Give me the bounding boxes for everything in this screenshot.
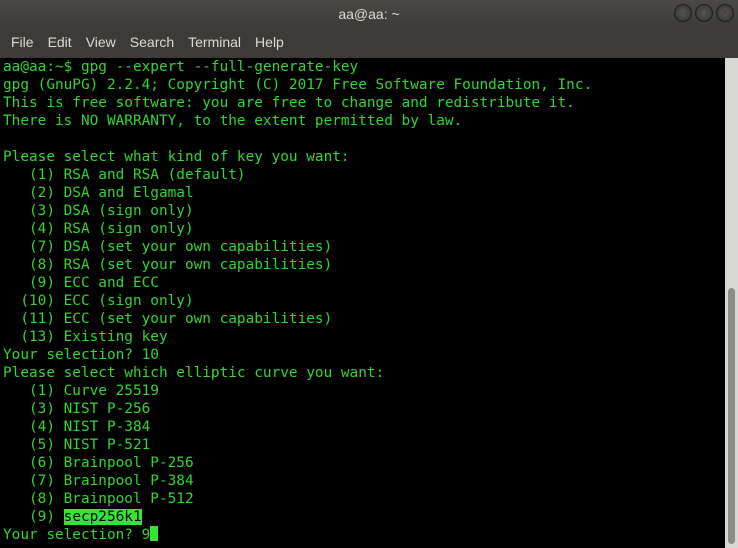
terminal-line: (9) ECC and ECC bbox=[3, 275, 159, 291]
menu-help[interactable]: Help bbox=[248, 28, 291, 56]
terminal-line: (6) Brainpool P-256 bbox=[3, 455, 194, 471]
terminal-line: (4) NIST P-384 bbox=[3, 419, 151, 435]
maximize-icon[interactable]: □ bbox=[695, 4, 713, 22]
menu-bar: File Edit View Search Terminal Help bbox=[0, 28, 738, 56]
terminal-line: (13) Existing key bbox=[3, 329, 168, 345]
terminal-prompt-line[interactable]: Your selection? 9 bbox=[0, 526, 725, 544]
terminal-line: There is NO WARRANTY, to the extent perm… bbox=[3, 113, 463, 129]
terminal-line: aa@aa:~$ gpg --expert --full-generate-ke… bbox=[3, 59, 359, 75]
terminal-line: (7) DSA (set your own capabilities) bbox=[3, 239, 333, 255]
prompt-text: Your selection? 9 bbox=[3, 527, 151, 543]
cursor-icon bbox=[150, 526, 159, 541]
minimize-icon[interactable]: – bbox=[674, 4, 692, 22]
menu-file[interactable]: File bbox=[4, 28, 41, 56]
terminal-line: (1) Curve 25519 bbox=[3, 383, 159, 399]
menu-terminal[interactable]: Terminal bbox=[181, 28, 248, 56]
terminal-line: (2) DSA and Elgamal bbox=[3, 185, 194, 201]
window-title: aa@aa: ~ bbox=[338, 6, 400, 22]
terminal-line: Please select what kind of key you want: bbox=[3, 149, 350, 165]
close-icon[interactable]: × bbox=[716, 4, 734, 22]
window-controls: – □ × bbox=[674, 4, 734, 22]
terminal-scrollbar[interactable] bbox=[725, 58, 738, 548]
menu-search[interactable]: Search bbox=[123, 28, 181, 56]
menu-edit[interactable]: Edit bbox=[41, 28, 79, 56]
scrollbar-thumb[interactable] bbox=[728, 288, 735, 544]
terminal-output[interactable]: aa@aa:~$ gpg --expert --full-generate-ke… bbox=[0, 58, 725, 548]
terminal-line: (7) Brainpool P-384 bbox=[3, 473, 194, 489]
terminal-line: Your selection? 10 bbox=[3, 347, 159, 363]
terminal-line: (3) NIST P-256 bbox=[3, 401, 151, 417]
terminal-line: (8) Brainpool P-512 bbox=[3, 491, 194, 507]
terminal-line-selected-option: (9) secp256k1 bbox=[0, 508, 725, 526]
menu-view[interactable]: View bbox=[79, 28, 123, 56]
terminal-line: This is free software: you are free to c… bbox=[3, 95, 575, 111]
terminal-line: (8) RSA (set your own capabilities) bbox=[3, 257, 333, 273]
title-bar: aa@aa: ~ – □ × bbox=[0, 0, 738, 28]
terminal-line: (1) RSA and RSA (default) bbox=[3, 167, 246, 183]
terminal-line: (5) NIST P-521 bbox=[3, 437, 151, 453]
terminal-line: (4) RSA (sign only) bbox=[3, 221, 194, 237]
terminal-line: gpg (GnuPG) 2.2.4; Copyright (C) 2017 Fr… bbox=[3, 77, 593, 93]
highlighted-selection: secp256k1 bbox=[63, 509, 142, 525]
terminal-line: (11) ECC (set your own capabilities) bbox=[3, 311, 333, 327]
terminal-line: (3) DSA (sign only) bbox=[3, 203, 194, 219]
option-prefix: (9) bbox=[3, 509, 64, 525]
terminal-line: Please select which elliptic curve you w… bbox=[3, 365, 385, 381]
terminal-line: (10) ECC (sign only) bbox=[3, 293, 194, 309]
